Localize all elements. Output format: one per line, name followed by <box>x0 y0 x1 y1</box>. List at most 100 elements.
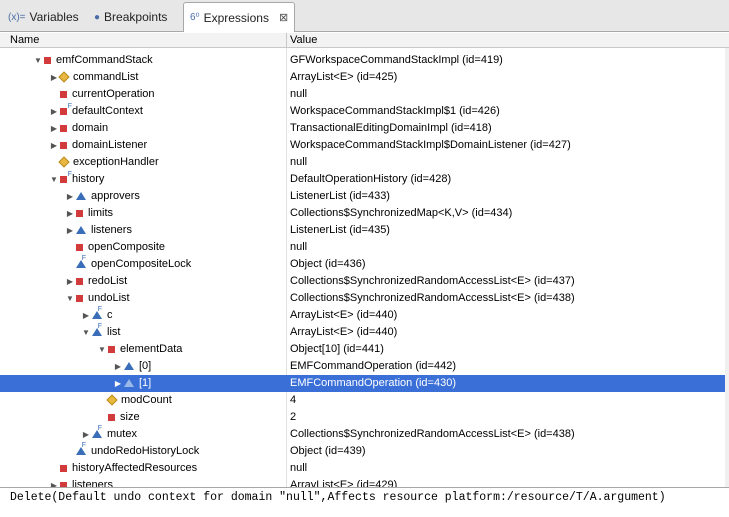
row-name: historyAffectedResources <box>72 462 198 474</box>
table-row[interactable]: FopenCompositeLock Object (id=436) <box>0 255 729 273</box>
protected-final-field-icon: F <box>76 442 86 455</box>
row-value: Object (id=436) <box>290 258 366 270</box>
variables-icon: (x)= <box>8 11 26 23</box>
column-header-value[interactable]: Value <box>290 34 317 46</box>
row-value: WorkspaceCommandStackImpl$1 (id=426) <box>290 105 500 117</box>
tab-expressions[interactable]: 6⁰ Expressions ⊠ <box>183 2 296 32</box>
row-name: undoList <box>88 292 130 304</box>
table-row[interactable]: exceptionHandler null <box>0 154 729 171</box>
table-row[interactable]: historyAffectedResources null <box>0 460 729 477</box>
row-name: [0] <box>139 360 152 372</box>
detail-pane[interactable]: Delete(Default undo context for domain "… <box>0 487 729 517</box>
private-field-icon <box>108 346 115 353</box>
protected-final-field-icon: F <box>92 425 102 438</box>
tab-variables[interactable]: (x)= Variables <box>2 3 85 31</box>
protected-final-field-icon: F <box>76 255 86 268</box>
table-row[interactable]: ▶ redoList Collections$SynchronizedRandom… <box>0 273 729 290</box>
table-row[interactable]: ▼ Fhistory DefaultOperationHistory (id=42… <box>0 171 729 188</box>
row-name: exceptionHandler <box>73 156 159 168</box>
row-value: Collections$SynchronizedMap<K,V> (id=434… <box>290 207 513 219</box>
table-row[interactable]: ▶ commandList ArrayList<E> (id=425) <box>0 69 729 86</box>
expand-icon[interactable]: ▶ <box>48 124 60 133</box>
array-element-icon <box>124 379 134 387</box>
private-field-icon <box>76 244 83 251</box>
row-name: listeners <box>72 479 113 487</box>
vertical-scrollbar[interactable] <box>725 48 729 487</box>
row-name: openComposite <box>88 241 166 253</box>
tab-breakpoints-label: Breakpoints <box>104 10 168 24</box>
expression-tree: ▼ emfCommandStack GFWorkspaceCommandStack… <box>0 48 729 487</box>
tab-breakpoints[interactable]: ● Breakpoints <box>88 3 173 31</box>
private-field-icon <box>60 125 67 132</box>
row-value: 2 <box>290 411 297 423</box>
row-value: ListenerList (id=435) <box>290 224 390 236</box>
protected-field-icon <box>76 226 86 234</box>
table-row[interactable]: openComposite null <box>0 239 729 256</box>
row-name: currentOperation <box>72 88 155 100</box>
row-name: history <box>72 173 105 185</box>
table-row[interactable]: size 2 <box>0 409 729 426</box>
table-row[interactable]: ▶ listeners ArrayList<E> (id=429) <box>0 477 729 487</box>
table-row[interactable]: ▼ elementData Object[10] (id=441) <box>0 341 729 358</box>
table-row[interactable]: ▶ approvers ListenerList (id=433) <box>0 188 729 205</box>
row-value: Collections$SynchronizedRandomAccessList… <box>290 292 575 304</box>
row-name: limits <box>88 207 114 219</box>
column-separator[interactable] <box>286 33 287 47</box>
private-field-icon <box>44 57 51 64</box>
table-row[interactable]: ▶ Fc ArrayList<E> (id=440) <box>0 306 729 324</box>
breakpoints-icon: ● <box>94 11 101 23</box>
expand-icon[interactable]: ▶ <box>80 311 92 320</box>
expand-icon[interactable]: ▶ <box>80 430 92 439</box>
table-row-selected[interactable]: ▶ [1] EMFCommandOperation (id=430) <box>0 375 729 392</box>
row-value: null <box>290 156 308 168</box>
expand-icon[interactable]: ▶ <box>64 209 76 218</box>
row-value: ArrayList<E> (id=429) <box>290 479 398 487</box>
private-field-icon <box>60 91 67 98</box>
collapse-icon[interactable]: ▼ <box>80 328 92 337</box>
view-tab-bar: (x)= Variables ● Breakpoints 6⁰ Expressi… <box>0 0 729 32</box>
row-value: null <box>290 88 308 100</box>
private-field-icon <box>60 465 67 472</box>
table-row[interactable]: FundoRedoHistoryLock Object (id=439) <box>0 442 729 460</box>
expand-icon[interactable]: ▶ <box>64 192 76 201</box>
expand-icon[interactable]: ▶ <box>112 362 124 371</box>
column-header-name[interactable]: Name <box>10 34 39 46</box>
expand-icon[interactable]: ▶ <box>48 141 60 150</box>
collapse-icon[interactable]: ▼ <box>96 345 108 354</box>
table-row[interactable]: ▶ domainListener WorkspaceCommandStackImp… <box>0 137 729 154</box>
tab-expressions-label: Expressions <box>203 10 269 25</box>
table-row[interactable]: currentOperation null <box>0 86 729 103</box>
row-value: ArrayList<E> (id=440) <box>290 309 398 321</box>
row-name: commandList <box>73 71 139 83</box>
row-value: TransactionalEditingDomainImpl (id=418) <box>290 122 492 134</box>
table-row[interactable]: ▶ domain TransactionalEditingDomainImpl (… <box>0 120 729 137</box>
table-row[interactable]: ▶ [0] EMFCommandOperation (id=442) <box>0 358 729 375</box>
row-name: mutex <box>107 428 137 440</box>
table-row[interactable]: ▶ listeners ListenerList (id=435) <box>0 222 729 239</box>
private-final-field-icon: F <box>60 171 72 183</box>
expand-icon[interactable]: ▶ <box>112 379 124 388</box>
private-field-icon <box>76 210 83 217</box>
table-row[interactable]: ▶ limits Collections$SynchronizedMap<K,V>… <box>0 205 729 222</box>
expand-icon[interactable]: ▶ <box>48 107 60 116</box>
table-row[interactable]: ▼ undoList Collections$SynchronizedRandom… <box>0 290 729 307</box>
collapse-icon[interactable]: ▼ <box>64 294 76 303</box>
collapse-icon[interactable]: ▼ <box>32 56 44 65</box>
row-name: domainListener <box>72 139 148 151</box>
row-name: [1] <box>139 377 152 389</box>
table-row[interactable]: ▼ emfCommandStack GFWorkspaceCommandStack… <box>0 52 729 69</box>
row-name: approvers <box>91 190 140 202</box>
detail-text: Delete(Default undo context for domain "… <box>10 491 666 504</box>
table-row[interactable]: ▶ FdefaultContext WorkspaceCommandStackIm… <box>0 103 729 120</box>
table-row[interactable]: ▶ Fmutex Collections$SynchronizedRandomAc… <box>0 425 729 443</box>
table-row[interactable]: modCount 4 <box>0 392 729 409</box>
table-row[interactable]: ▼ Flist ArrayList<E> (id=440) <box>0 323 729 341</box>
close-icon[interactable]: ⊠ <box>279 11 288 24</box>
row-name: redoList <box>88 275 128 287</box>
row-value: Object (id=439) <box>290 445 366 457</box>
collapse-icon[interactable]: ▼ <box>48 175 60 184</box>
expand-icon[interactable]: ▶ <box>64 226 76 235</box>
expand-icon[interactable]: ▶ <box>64 277 76 286</box>
row-value: 4 <box>290 394 297 406</box>
row-name: size <box>120 411 140 423</box>
